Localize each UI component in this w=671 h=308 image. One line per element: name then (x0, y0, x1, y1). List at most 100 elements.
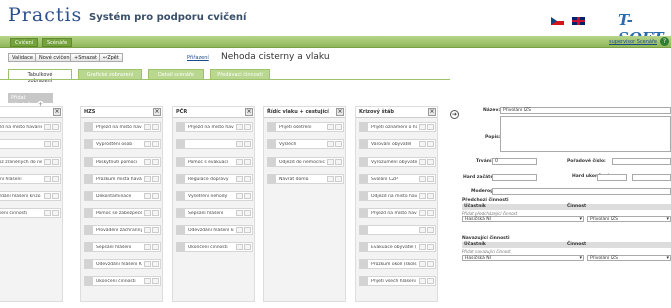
edit-icon[interactable] (419, 244, 426, 250)
delete-icon[interactable] (244, 141, 251, 147)
delete-icon[interactable] (427, 124, 434, 130)
activity-card[interactable]: Evakuace obyvatel (234 (359, 242, 436, 252)
prior-activity-select[interactable]: Přivolání IZS (587, 216, 671, 222)
delete-icon[interactable] (427, 193, 434, 199)
drag-handle-icon[interactable] (85, 277, 93, 285)
activity-card[interactable]: Pomoc se zabezpečením (84, 208, 161, 218)
hard-end-date-input[interactable] (597, 174, 627, 181)
drag-handle-icon[interactable] (268, 175, 276, 183)
drag-handle-icon[interactable] (177, 123, 185, 131)
edit-icon[interactable] (236, 210, 243, 216)
tab-scenario-detail[interactable]: Detail scénáře (148, 69, 204, 79)
delete-icon[interactable] (427, 278, 434, 284)
delete-icon[interactable] (427, 176, 434, 182)
assign-link[interactable]: Přiřazení (187, 55, 209, 61)
activity-card[interactable]: Provádění záchranných (84, 225, 161, 235)
activity-card[interactable]: Varování obyvatel (359, 139, 436, 149)
delete-icon[interactable] (244, 124, 251, 130)
activity-card[interactable]: ešení činnosti (0, 208, 61, 218)
delete-icon[interactable] (244, 227, 251, 233)
duration-input[interactable]: 0 (492, 158, 537, 165)
edit-icon[interactable] (419, 278, 426, 284)
drag-handle-icon[interactable] (360, 175, 368, 183)
drag-handle-icon[interactable] (177, 209, 185, 217)
edit-icon[interactable] (419, 227, 426, 233)
activity-card[interactable]: Odjezd do nemocnice (267, 157, 344, 167)
delete-icon[interactable] (152, 193, 159, 199)
prior-participant-select[interactable]: Hasičská Nl (462, 216, 584, 222)
close-icon[interactable]: × (428, 108, 436, 116)
edit-icon[interactable] (419, 193, 426, 199)
edit-icon[interactable] (236, 141, 243, 147)
activity-card[interactable]: Odevzdání hlášení KŠ (84, 259, 161, 269)
activity-card[interactable]: Odjezd na místo havárie (359, 191, 436, 201)
activity-card[interactable]: Vyrozumění obyvatel (359, 157, 436, 167)
delete-icon[interactable] (52, 193, 59, 199)
activity-card[interactable]: Poskytnutí pomoci (84, 157, 161, 167)
delete-icon[interactable] (427, 159, 434, 165)
edit-icon[interactable] (236, 124, 243, 130)
activity-card[interactable]: Ukončení činnosti (176, 242, 253, 252)
description-textarea[interactable] (500, 116, 671, 152)
arrow-right-icon[interactable]: ➔ (450, 110, 459, 119)
new-exercise-button[interactable]: Nové cvičení (35, 53, 75, 62)
activity-card[interactable]: Sepsání hlášení (84, 242, 161, 252)
help-icon[interactable]: ? (660, 37, 669, 46)
tab-table-view[interactable]: Tabulkové zobrazení (8, 69, 72, 84)
drag-handle-icon[interactable] (85, 123, 93, 131)
close-icon[interactable]: × (153, 108, 161, 116)
edit-icon[interactable] (419, 261, 426, 267)
close-icon[interactable]: × (245, 108, 253, 116)
drag-handle-icon[interactable] (85, 158, 93, 166)
drag-handle-icon[interactable] (177, 175, 185, 183)
moderator-input[interactable] (492, 188, 671, 195)
activity-card[interactable]: Příjezd na místo havárie (359, 208, 436, 218)
edit-icon[interactable] (144, 244, 151, 250)
drag-handle-icon[interactable] (85, 140, 93, 148)
edit-icon[interactable] (236, 244, 243, 250)
drag-handle-icon[interactable] (177, 140, 185, 148)
tab-handover-activities[interactable]: Předávací činnosti (210, 69, 270, 79)
tab-graphic-view[interactable]: Grafické zobrazení (78, 69, 142, 79)
activity-card[interactable]: Odevzdání hlášení krize (176, 225, 253, 235)
next-activity-select[interactable]: Přivolání IZS (587, 255, 671, 261)
drag-handle-icon[interactable] (85, 260, 93, 268)
activity-card[interactable]: ezd na místo havárie (0, 122, 61, 132)
activity-card[interactable]: voz zraněných do ne (0, 157, 61, 167)
drag-handle-icon[interactable] (360, 158, 368, 166)
activity-card[interactable] (359, 225, 436, 235)
drag-handle-icon[interactable] (360, 226, 368, 234)
delete-icon[interactable] (152, 124, 159, 130)
activity-card[interactable]: Regulace dopravy (176, 174, 253, 184)
drag-handle-icon[interactable] (360, 140, 368, 148)
delete-icon[interactable] (244, 176, 251, 182)
edit-icon[interactable] (44, 159, 51, 165)
activity-card[interactable]: Příjezd na místo havárie (176, 122, 253, 132)
delete-icon[interactable] (335, 141, 342, 147)
edit-icon[interactable] (144, 261, 151, 267)
delete-icon[interactable] (52, 124, 59, 130)
delete-icon[interactable] (152, 176, 159, 182)
delete-icon[interactable] (335, 124, 342, 130)
edit-icon[interactable] (44, 124, 51, 130)
delete-icon[interactable] (335, 159, 342, 165)
delete-icon[interactable] (335, 176, 342, 182)
edit-icon[interactable] (144, 124, 151, 130)
edit-icon[interactable] (144, 176, 151, 182)
drag-handle-icon[interactable] (268, 123, 276, 131)
drag-handle-icon[interactable] (268, 158, 276, 166)
drag-handle-icon[interactable] (85, 243, 93, 251)
delete-icon[interactable] (427, 141, 434, 147)
delete-icon[interactable] (427, 210, 434, 216)
edit-icon[interactable] (419, 124, 426, 130)
delete-icon[interactable] (52, 176, 59, 182)
delete-icon[interactable] (152, 244, 159, 250)
drag-handle-icon[interactable] (360, 260, 368, 268)
delete-icon[interactable] (152, 141, 159, 147)
activity-card[interactable]: Ukončení činnosti (84, 276, 161, 286)
delete-icon[interactable] (152, 261, 159, 267)
drag-handle-icon[interactable] (360, 123, 368, 131)
czech-flag-icon[interactable] (551, 17, 564, 25)
drag-handle-icon[interactable] (177, 192, 185, 200)
activity-card[interactable]: Průzkum místa havárie (84, 174, 161, 184)
